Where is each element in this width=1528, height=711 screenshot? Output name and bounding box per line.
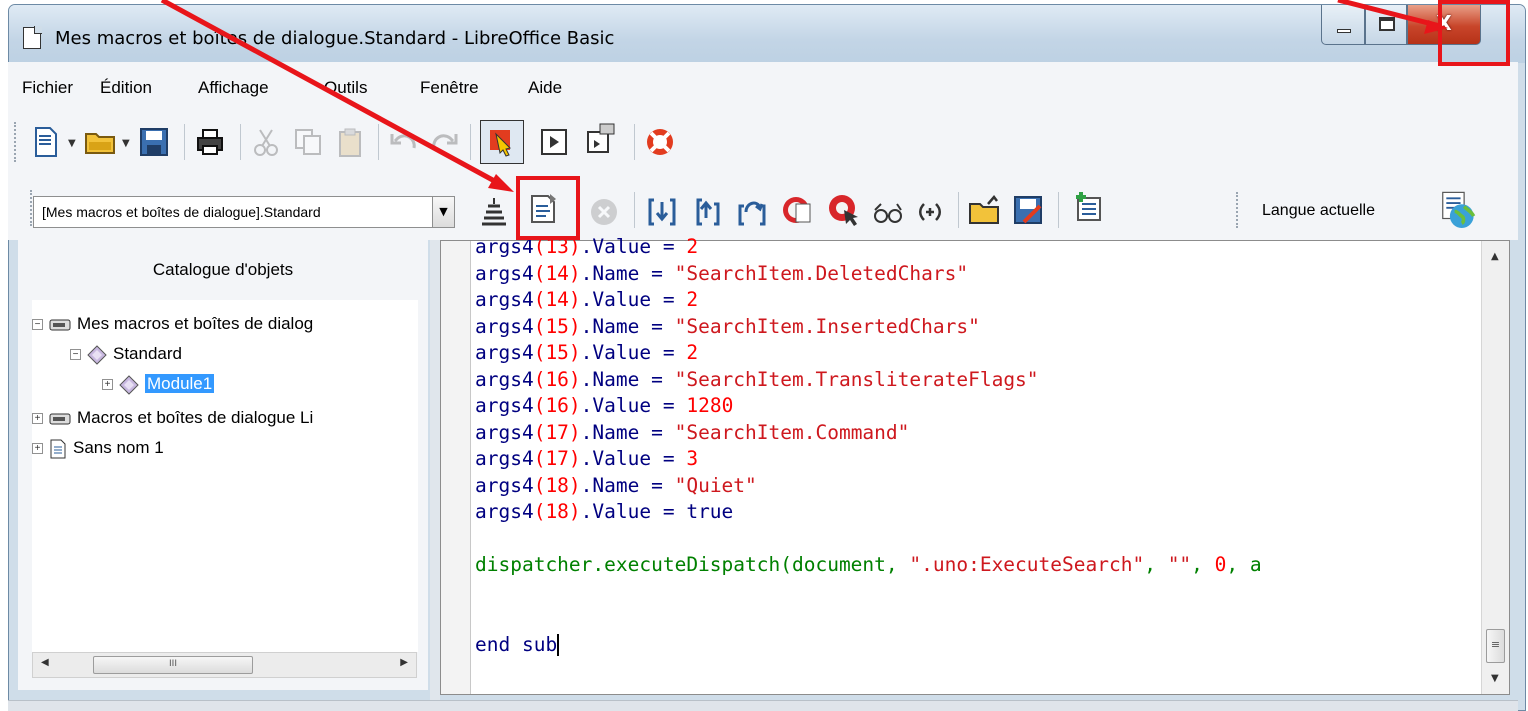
annotation-arrow (160, 0, 502, 187)
arrow-head-icon (1424, 20, 1448, 34)
annotation-arrow (1337, 0, 1441, 29)
annotation-arrows (160, 0, 1448, 192)
arrow-head-icon (488, 174, 514, 192)
